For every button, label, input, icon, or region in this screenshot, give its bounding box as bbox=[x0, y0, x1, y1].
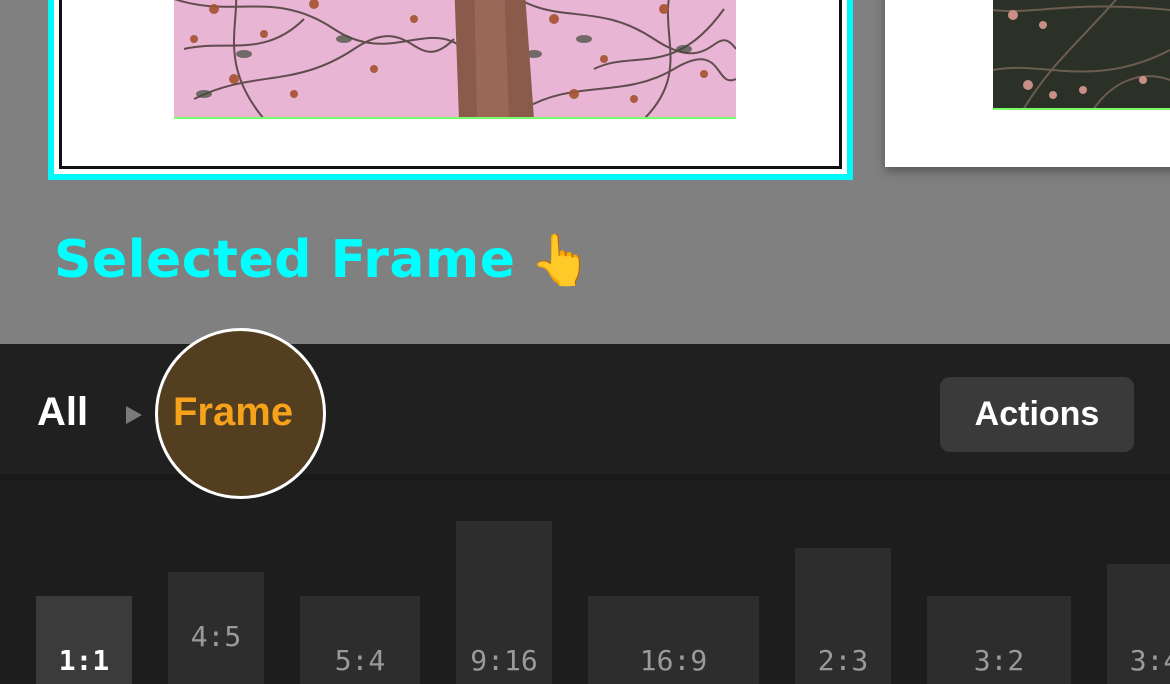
aspect-ratio-selector: 1:1 4:5 5:4 9:16 16:9 2:3 3:2 3:4 bbox=[0, 486, 1170, 684]
ratio-option[interactable]: 16:9 bbox=[588, 596, 759, 684]
ratio-option[interactable]: 9:16 bbox=[456, 521, 552, 684]
editor-screen: Selected Frame 👆 All Frame Actions 1:1 4… bbox=[0, 0, 1170, 684]
canvas-area: Selected Frame 👆 bbox=[0, 0, 1170, 344]
breadcrumb: All Frame Actions bbox=[0, 328, 1170, 499]
frame-inner-border bbox=[59, 0, 842, 169]
caption-text: Selected Frame bbox=[54, 230, 516, 290]
ratio-option[interactable]: 2:3 bbox=[795, 548, 891, 684]
pointing-hand-icon: 👆 bbox=[529, 230, 593, 289]
actions-button[interactable]: Actions bbox=[940, 377, 1134, 452]
branch-photo-art bbox=[993, 0, 1170, 108]
ratio-option[interactable]: 3:4 bbox=[1107, 564, 1170, 684]
ratio-option[interactable]: 3:2 bbox=[927, 596, 1071, 684]
ratio-option[interactable]: 1:1 bbox=[36, 596, 132, 684]
branch-photo bbox=[993, 0, 1170, 110]
breadcrumb-frame[interactable]: Frame bbox=[173, 390, 293, 435]
selected-frame[interactable] bbox=[48, 0, 853, 180]
breadcrumb-arrow-icon bbox=[126, 406, 142, 424]
ratio-option[interactable]: 4:5 bbox=[168, 572, 264, 684]
tree-photo-art bbox=[174, 0, 736, 117]
bottom-panel: All Frame Actions 1:1 4:5 5:4 9:16 16:9 … bbox=[0, 328, 1170, 684]
breadcrumb-all[interactable]: All bbox=[37, 390, 88, 435]
tree-photo bbox=[174, 0, 736, 119]
ratio-option[interactable]: 5:4 bbox=[300, 596, 420, 684]
adjacent-frame[interactable] bbox=[885, 0, 1170, 167]
selected-frame-caption: Selected Frame 👆 bbox=[54, 230, 592, 290]
